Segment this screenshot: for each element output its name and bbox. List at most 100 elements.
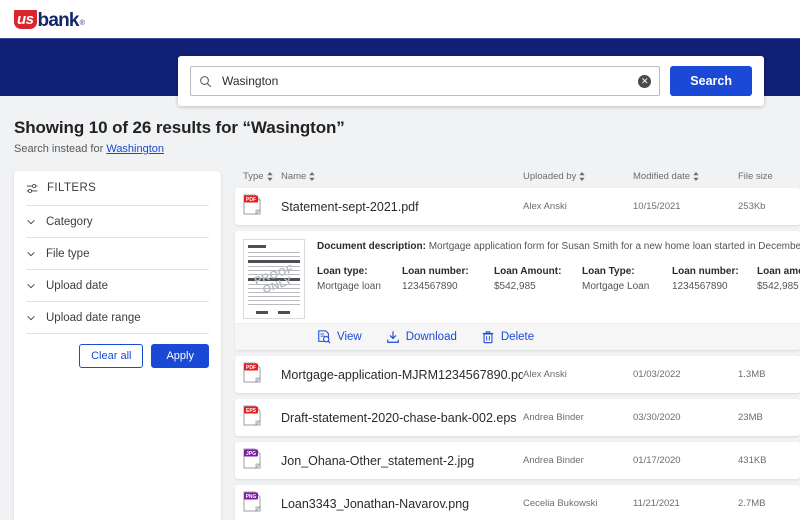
modified-date: 01/17/2020: [633, 455, 681, 466]
detail-field: Loan type: Mortgage loan: [317, 266, 402, 292]
column-label: File size: [738, 171, 773, 182]
file-type-cell: PDF: [243, 362, 281, 388]
filter-section-upload-date-range[interactable]: Upload date range: [26, 301, 209, 333]
detail-field: Loan number: 1234567890: [402, 266, 494, 292]
column-header-file-size[interactable]: File size: [738, 171, 798, 182]
pdf-file-icon: PDF: [243, 193, 261, 219]
file-name: Jon_Ohana-Other_statement-2.jpg: [281, 453, 475, 468]
search-field[interactable]: ✕: [190, 66, 661, 96]
logo-wordmark: bank: [37, 10, 80, 31]
filters-title: FILTERS: [47, 182, 97, 194]
file-type-cell: JPG: [243, 448, 281, 474]
document-thumbnail[interactable]: PROOF ONLY: [243, 239, 305, 319]
svg-text:PDF: PDF: [246, 197, 256, 203]
search-input[interactable]: [220, 73, 631, 89]
trash-icon: [482, 331, 494, 344]
column-header-modified-date[interactable]: Modified date: [633, 171, 738, 182]
detail-fields: Loan type: Mortgage loan Loan number: 12…: [317, 266, 800, 292]
field-value: 1234567890: [402, 281, 458, 292]
spelling-suggestion: Search instead for Washington: [14, 143, 800, 155]
view-action[interactable]: View: [317, 330, 362, 344]
chevron-down-icon: [27, 219, 35, 224]
column-label: Name: [281, 171, 307, 182]
filter-section-file-type[interactable]: File type: [26, 237, 209, 269]
detail-field: Loan number: 1234567890: [672, 266, 757, 292]
field-value: $542,985: [757, 281, 799, 292]
filter-section-upload-date[interactable]: Upload date: [26, 269, 209, 301]
chevron-down-icon: [27, 315, 35, 320]
table-row[interactable]: PNG Loan3343_Jonathan-Navarov.png Ceceli…: [235, 485, 800, 520]
table-row[interactable]: EPS Draft-statement-2020-chase-bank-002.…: [235, 399, 800, 436]
detail-field: Loan amount: $542,985: [757, 266, 800, 292]
description-text: Mortgage application form for Susan Smit…: [428, 241, 800, 252]
file-name: Mortgage-application-MJRM1234567890.pdf: [281, 367, 523, 382]
svg-text:PNG: PNG: [246, 494, 257, 500]
delete-action[interactable]: Delete: [481, 330, 534, 344]
field-key: Loan Amount:: [494, 266, 562, 277]
file-type-cell: PDF: [243, 193, 281, 220]
sort-icon: [693, 172, 699, 181]
suggestion-link[interactable]: Washington: [106, 143, 164, 155]
apply-filters-button[interactable]: Apply: [151, 344, 209, 368]
table-row[interactable]: JPG Jon_Ohana-Other_statement-2.jpg Andr…: [235, 442, 800, 479]
table-row[interactable]: PDF Statement-sept-2021.pdf Alex Anski 1…: [235, 188, 800, 225]
action-label: Delete: [500, 331, 535, 343]
clear-all-button[interactable]: Clear all: [79, 344, 144, 368]
download-action[interactable]: Download: [386, 330, 457, 344]
column-header-type[interactable]: Type: [243, 171, 281, 182]
detail-field: Loan Type: Mortgage Loan: [582, 266, 672, 292]
document-search-icon: [318, 330, 331, 344]
column-header-uploaded-by[interactable]: Uploaded by: [523, 171, 633, 182]
column-label: Type: [243, 171, 264, 182]
detail-main: PROOF ONLY Document description: Mortgag…: [235, 231, 800, 323]
sort-icon: [309, 172, 316, 181]
logo-trademark: ®: [79, 20, 85, 27]
file-size: 253Kb: [738, 201, 766, 212]
field-key: Loan Type:: [582, 266, 635, 277]
results-list: Type Name Uploaded by Modified date File…: [235, 171, 800, 520]
field-key: Loan amount:: [757, 266, 800, 277]
filter-label: Upload date: [46, 279, 109, 292]
filter-section-category[interactable]: Category: [26, 205, 209, 237]
uploaded-by: Cecelia Bukowski: [523, 498, 598, 509]
table-header-row: Type Name Uploaded by Modified date File…: [235, 171, 800, 188]
modified-date: 10/15/2021: [633, 201, 681, 212]
chevron-down-icon: [27, 283, 35, 288]
file-type-cell: PNG: [243, 491, 281, 517]
uploaded-by: Alex Anski: [523, 369, 567, 380]
search-button[interactable]: Search: [670, 66, 752, 96]
action-label: Download: [405, 331, 457, 343]
brand-header: us bank ®: [0, 0, 800, 38]
field-value: Mortgage Loan: [582, 281, 650, 292]
file-size: 23MB: [738, 412, 763, 423]
column-label: Uploaded by: [523, 171, 577, 182]
filters-header: FILTERS: [26, 171, 209, 205]
filter-label: File type: [46, 247, 90, 260]
svg-text:JPG: JPG: [246, 451, 256, 457]
table-row[interactable]: PDF Mortgage-application-MJRM1234567890.…: [235, 356, 800, 393]
field-key: Loan type:: [317, 266, 368, 277]
field-key: Loan number:: [402, 266, 469, 277]
sort-icon: [266, 172, 273, 181]
usbank-logo[interactable]: us bank ®: [14, 8, 85, 30]
clear-search-icon[interactable]: ✕: [638, 74, 652, 88]
sort-icon: [579, 172, 586, 181]
file-name: Draft-statement-2020-chase-bank-002.eps: [281, 410, 517, 425]
field-key: Loan number:: [672, 266, 739, 277]
column-header-name[interactable]: Name: [281, 171, 523, 182]
search-icon: [200, 75, 212, 87]
field-value: $542,985: [494, 281, 536, 292]
filter-label: Upload date range: [46, 311, 141, 324]
content-area: FILTERS Category File type Upload date U…: [0, 155, 800, 520]
pdf-file-icon: PDF: [243, 362, 261, 387]
sliders-icon: [26, 183, 38, 193]
detail-actions: View Download Delete: [235, 323, 800, 350]
modified-date: 03/30/2020: [633, 412, 681, 423]
logo-shield: us: [14, 10, 37, 29]
eps-file-icon: EPS: [243, 405, 261, 430]
expanded-detail-panel: PROOF ONLY Document description: Mortgag…: [235, 231, 800, 350]
uploaded-by: Andrea Binder: [523, 412, 584, 423]
png-file-icon: PNG: [243, 491, 261, 516]
modified-date: 11/21/2021: [633, 498, 680, 509]
modified-date: 01/03/2022: [633, 369, 681, 380]
